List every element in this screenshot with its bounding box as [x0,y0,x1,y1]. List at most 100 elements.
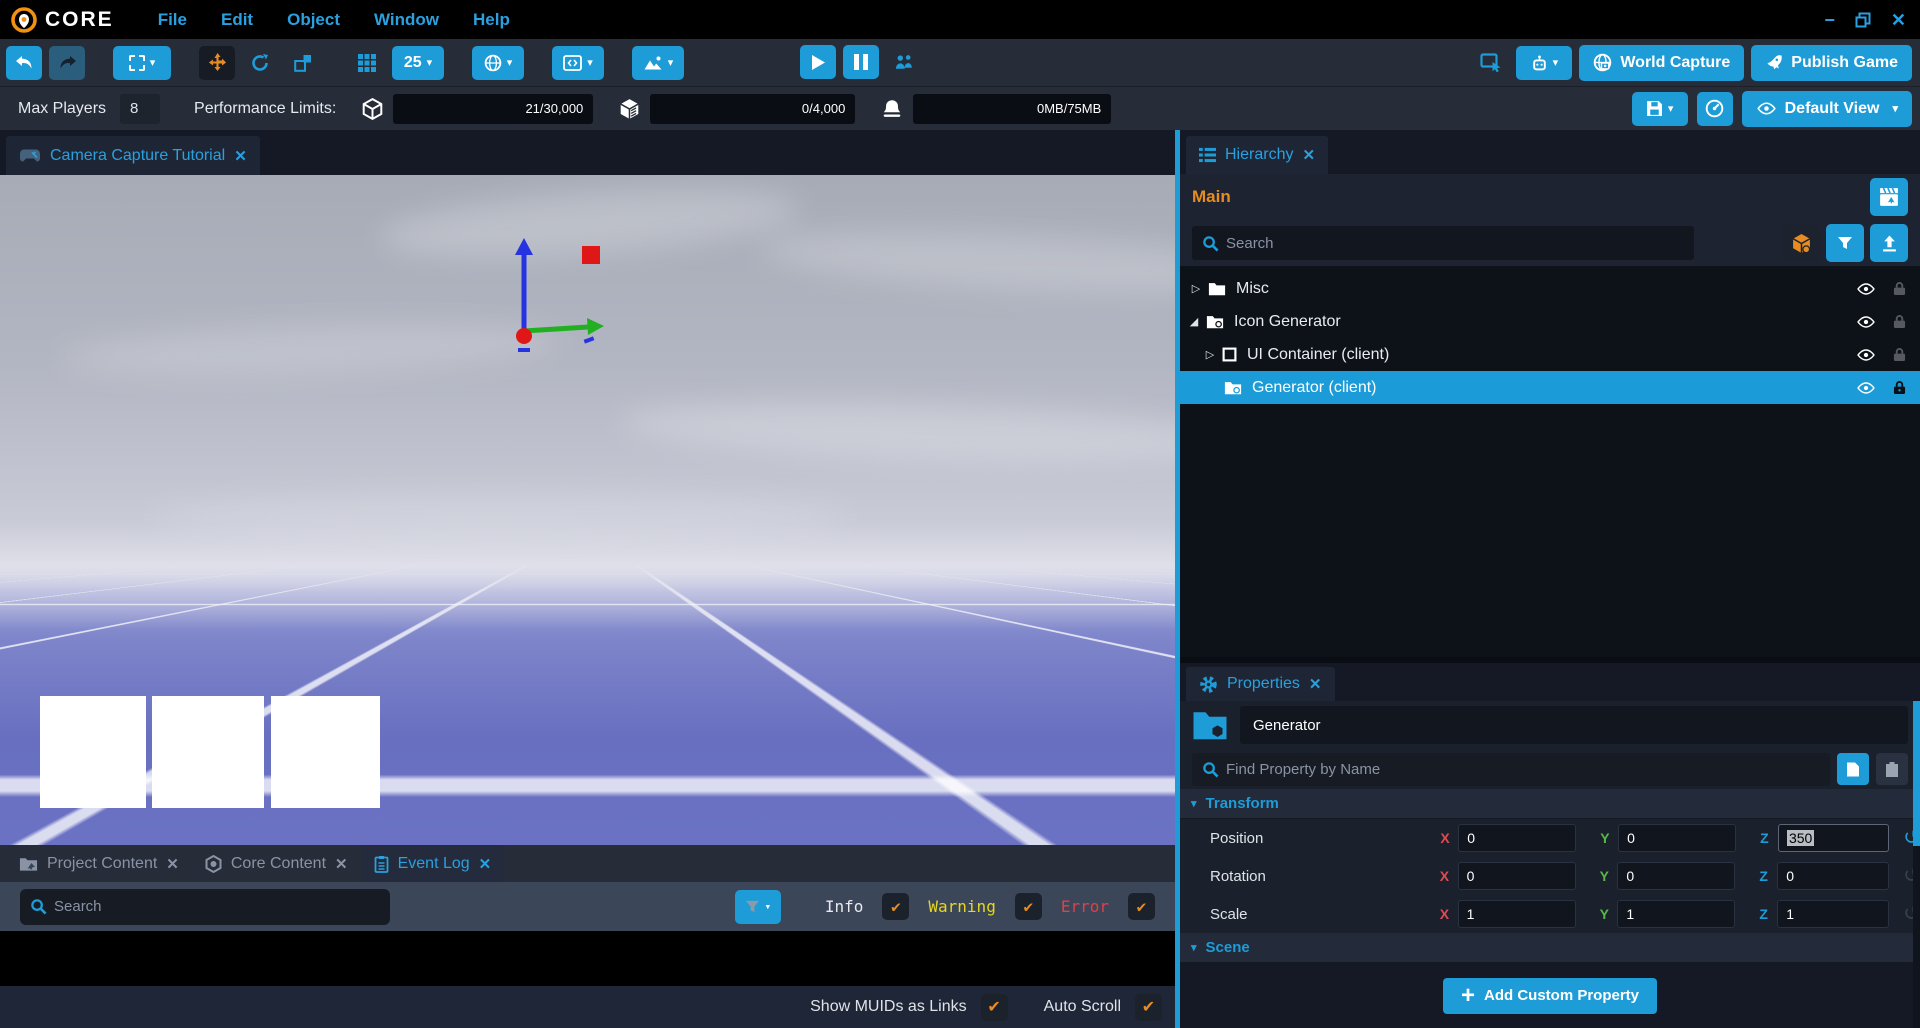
hierarchy-filter-button[interactable] [1826,224,1864,262]
check-icon: ✔ [1142,997,1155,1017]
add-custom-property-button[interactable]: + Add Custom Property [1443,978,1657,1014]
visibility-eye-icon[interactable] [1856,349,1876,361]
view-mode-dropdown[interactable]: Default View ▾ [1742,91,1912,127]
multiplayer-preview-button[interactable] [886,45,922,79]
tab-camera-capture-tutorial[interactable]: Camera Capture Tutorial ✕ [6,136,260,175]
position-z-input[interactable]: 350 [1778,824,1889,852]
scene-section-header[interactable]: ▾ Scene [1180,933,1920,963]
menu-edit[interactable]: Edit [221,10,253,30]
lock-icon[interactable] [1893,347,1906,362]
grid-snap-size-dropdown[interactable]: 25 ▾ [392,46,444,80]
collapsed-caret-icon[interactable]: ▷ [1202,348,1218,361]
event-log-output[interactable] [0,931,1175,986]
max-players-input[interactable] [120,94,160,124]
scale-y-input[interactable] [1617,900,1735,928]
close-tab-icon[interactable]: ✕ [335,855,348,873]
event-log-search-input[interactable] [20,889,390,925]
bot-mode-dropdown[interactable]: ▾ [1516,46,1572,80]
visibility-eye-icon[interactable] [1856,382,1876,394]
find-property-input[interactable] [1192,753,1830,786]
menu-object[interactable]: Object [287,10,340,30]
position-y-input[interactable] [1618,824,1736,852]
properties-tab-bar: Properties ✕ [1180,663,1920,701]
chevron-down-icon: ▾ [587,56,593,69]
tree-item-misc[interactable]: ▷ Misc [1180,272,1920,305]
terrain-dropdown[interactable]: ▾ [632,46,684,80]
save-dropdown[interactable]: ▾ [1632,92,1688,126]
publish-game-button[interactable]: Publish Game [1751,45,1912,81]
find-property-search [1192,753,1830,786]
lock-icon[interactable] [1893,380,1906,395]
tab-hierarchy[interactable]: Hierarchy ✕ [1186,136,1328,174]
filter-icon [745,899,760,914]
minimize-icon[interactable]: − [1824,11,1835,29]
show-muids-label: Show MUIDs as Links [810,998,967,1016]
menu-window[interactable]: Window [374,10,439,30]
copy-properties-button[interactable] [1837,753,1869,785]
close-tab-icon[interactable]: ✕ [479,855,492,873]
rotation-z-input[interactable] [1777,862,1889,890]
collapsed-caret-icon[interactable]: ▷ [1188,282,1204,295]
rotation-y-input[interactable] [1617,862,1735,890]
scale-x-input[interactable] [1458,900,1576,928]
move-tool-button[interactable] [199,46,235,80]
menu-file[interactable]: File [158,10,187,30]
world-capture-button[interactable]: World Capture [1579,45,1744,81]
client-objects-icon [619,98,640,120]
lock-icon[interactable] [1893,281,1906,296]
scale-z-input[interactable] [1777,900,1889,928]
export-template-button[interactable] [1870,224,1908,262]
transform-section-header[interactable]: ▾ Transform [1180,789,1920,819]
play-button[interactable] [800,45,836,79]
transform-gizmo[interactable] [470,230,660,370]
redo-button[interactable] [49,46,85,80]
log-filter-dropdown[interactable]: ▾ [735,890,781,924]
expanded-caret-icon[interactable]: ◢ [1186,315,1202,328]
screen-share-button[interactable] [1473,46,1509,80]
close-tab-icon[interactable]: ✕ [234,147,247,165]
rotation-x-input[interactable] [1458,862,1576,890]
undo-button[interactable] [6,46,42,80]
properties-panel: Properties ✕ [1180,663,1920,1028]
filter-error-checkbox[interactable]: ✔ [1128,893,1155,920]
show-muids-checkbox[interactable]: ✔ [981,994,1008,1021]
selection-mode-dropdown[interactable]: ▾ [113,46,171,80]
scene-viewport[interactable] [0,175,1175,845]
restore-icon[interactable] [1855,12,1871,28]
performance-monitor-button[interactable] [1697,92,1733,126]
capture-thumbnail-button[interactable] [1870,178,1908,216]
tree-item-generator[interactable]: Generator (client) [1180,371,1920,404]
menu-help[interactable]: Help [473,10,510,30]
networked-filter-button[interactable] [1782,224,1820,262]
close-icon[interactable]: ✕ [1891,11,1906,29]
script-view-dropdown[interactable]: ▾ [552,46,604,80]
visibility-eye-icon[interactable] [1856,283,1876,295]
tab-properties[interactable]: Properties ✕ [1186,667,1335,701]
tab-event-log[interactable]: Event Log ✕ [361,845,505,882]
tab-project-content[interactable]: Project Content ✕ [6,845,192,882]
grid-snap-toggle[interactable] [349,46,385,80]
close-tab-icon[interactable]: ✕ [1302,146,1315,164]
cloud [619,394,1175,471]
close-tab-icon[interactable]: ✕ [1309,675,1322,693]
pause-button[interactable] [843,45,879,79]
close-tab-icon[interactable]: ✕ [166,855,179,873]
tree-item-icon-generator[interactable]: ◢ Icon Generator [1180,305,1920,338]
rotate-tool-button[interactable] [242,46,278,80]
scale-tool-button[interactable] [285,46,321,80]
tree-item-ui-container[interactable]: ▷ UI Container (client) [1180,338,1920,371]
position-x-input[interactable] [1458,824,1576,852]
environment-dropdown[interactable]: ▾ [472,46,524,80]
visibility-eye-icon[interactable] [1856,316,1876,328]
lock-icon[interactable] [1893,314,1906,329]
filter-info-checkbox[interactable]: ✔ [882,893,909,920]
hierarchy-search-input[interactable] [1192,226,1694,260]
auto-scroll-checkbox[interactable]: ✔ [1135,994,1162,1021]
object-name-input[interactable] [1240,706,1908,744]
properties-scrollbar-thumb[interactable] [1913,701,1920,846]
search-icon [1202,761,1219,778]
find-property-row [1180,749,1920,789]
filter-warning-checkbox[interactable]: ✔ [1015,893,1042,920]
tab-core-content[interactable]: Core Content ✕ [192,845,361,882]
paste-properties-button[interactable] [1876,753,1908,785]
